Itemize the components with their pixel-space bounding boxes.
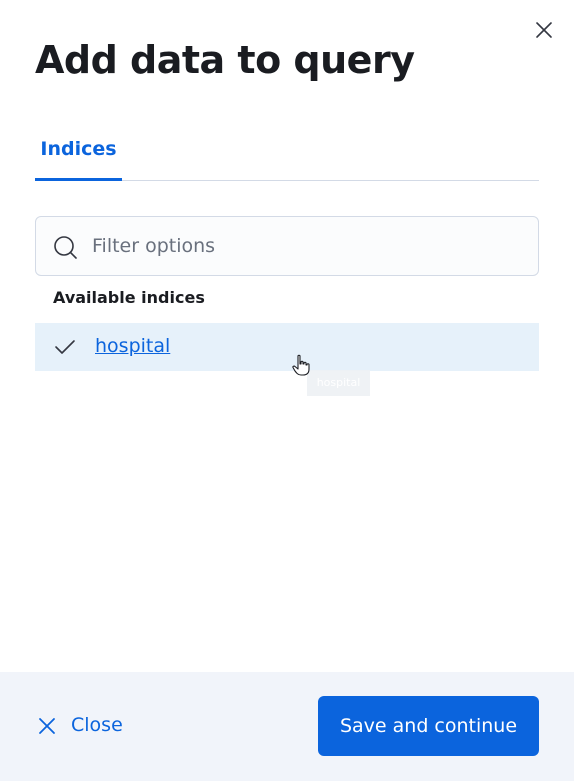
hand-pointer-icon	[292, 354, 310, 376]
available-indices-label: Available indices	[53, 288, 205, 307]
flyout-title: Add data to query	[35, 38, 415, 82]
check-icon	[55, 340, 75, 354]
close-button-label: Close	[71, 714, 123, 736]
close-icon	[39, 718, 55, 734]
drag-preview: hospital	[307, 370, 370, 396]
flyout-footer: Close Save and continue	[0, 672, 574, 781]
save-and-continue-button[interactable]: Save and continue	[318, 696, 539, 756]
filter-search	[35, 216, 539, 276]
tab-bar: Indices	[35, 130, 539, 181]
close-icon[interactable]	[532, 18, 556, 42]
search-icon	[54, 236, 77, 259]
add-data-flyout: Add data to query Indices Available indi…	[0, 0, 574, 781]
option-label: hospital	[95, 335, 171, 357]
option-hospital[interactable]: hospital	[35, 323, 539, 371]
tab-indices[interactable]: Indices	[35, 130, 122, 181]
filter-options-input[interactable]	[90, 217, 524, 275]
